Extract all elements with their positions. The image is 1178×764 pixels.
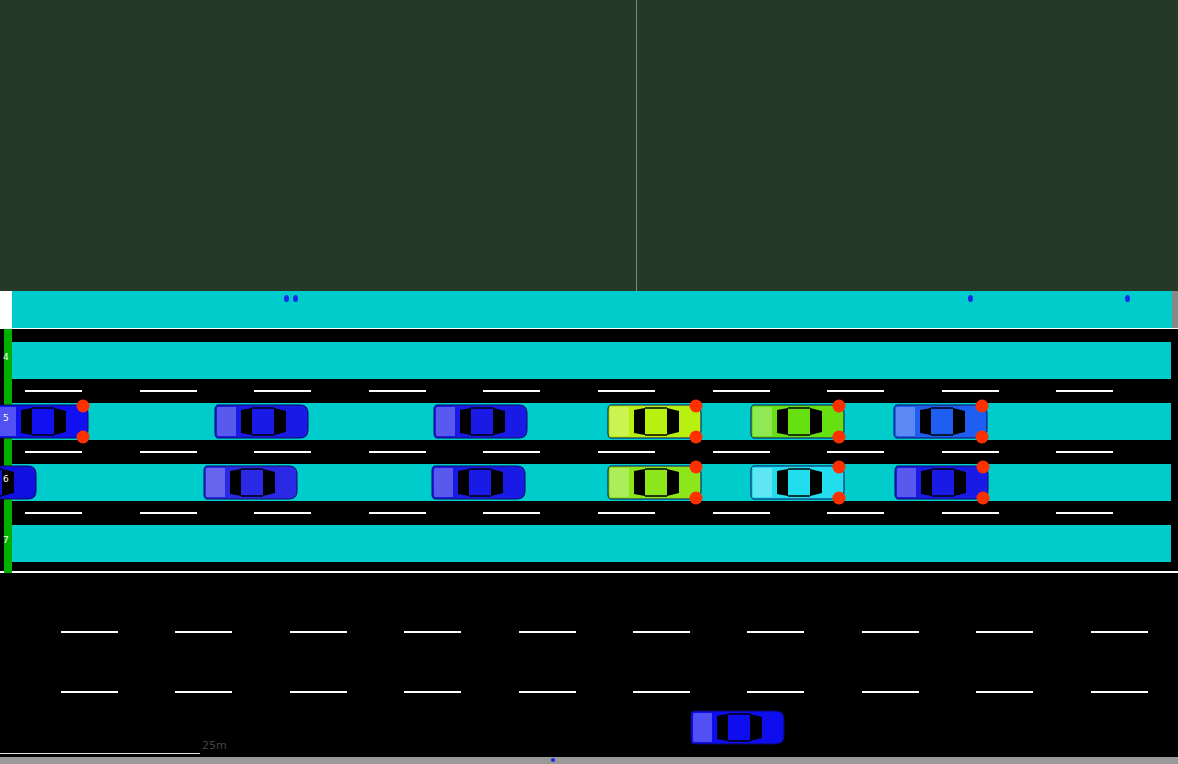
car	[214, 403, 309, 440]
car	[203, 464, 298, 501]
blinker-icon	[690, 492, 703, 505]
blinker-icon	[976, 400, 989, 413]
lane-divider	[0, 501, 1171, 525]
blinker-icon	[977, 492, 990, 505]
blinker-icon	[833, 461, 846, 474]
car	[894, 464, 989, 501]
lane-divider	[0, 379, 1171, 403]
lane: 5	[12, 403, 1171, 440]
boundary-line	[636, 0, 637, 291]
lane: 6	[12, 464, 1171, 501]
pedestrian	[284, 295, 289, 302]
lane-label: 7	[3, 536, 9, 545]
blinker-icon	[690, 400, 703, 413]
scale-bar: 25m	[0, 745, 200, 754]
car	[0, 403, 89, 440]
pedestrian	[293, 295, 298, 302]
lane-label: 4	[3, 353, 9, 362]
lane-divider	[0, 440, 1171, 464]
car	[750, 403, 845, 440]
grass-area	[0, 0, 1178, 291]
blinker-icon	[833, 492, 846, 505]
lane: 4	[12, 342, 1171, 379]
road: 4 5 6 7	[0, 328, 1178, 573]
simulation-view: 4 5 6 7 25m	[0, 0, 1178, 764]
car	[607, 464, 702, 501]
car	[431, 464, 526, 501]
lane: 7	[12, 525, 1171, 562]
car	[750, 464, 845, 501]
car	[433, 403, 528, 440]
pedestrian	[1125, 295, 1130, 302]
car	[607, 403, 702, 440]
lower-road: 25m	[0, 573, 1178, 757]
blinker-icon	[690, 461, 703, 474]
blinker-icon	[833, 431, 846, 444]
lane-label: 5	[3, 414, 9, 423]
blinker-icon	[833, 400, 846, 413]
blinker-icon	[77, 431, 90, 444]
blinker-icon	[977, 461, 990, 474]
car	[690, 709, 785, 746]
blinker-icon	[690, 431, 703, 444]
lane-label: 6	[3, 475, 9, 484]
blinker-icon	[976, 431, 989, 444]
sidewalk	[0, 291, 1178, 328]
bottom-strip	[0, 757, 1178, 764]
pedestrian	[968, 295, 973, 302]
car	[893, 403, 988, 440]
blinker-icon	[77, 400, 90, 413]
